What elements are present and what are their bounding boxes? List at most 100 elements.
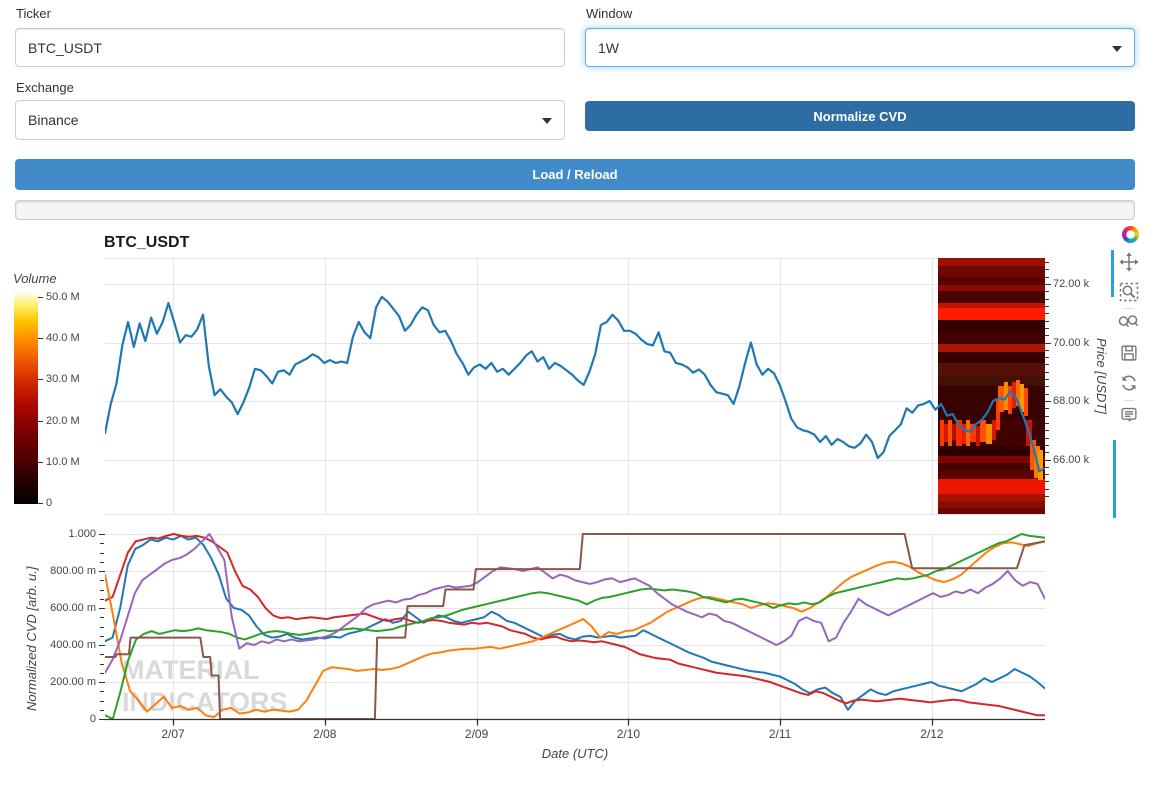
app-window: Ticker Window 1W Exchange Binance Normal… — [0, 0, 1161, 785]
cvd-tick — [99, 645, 105, 646]
hover-mode-button[interactable] — [1117, 403, 1141, 427]
price-tick — [1045, 379, 1049, 381]
colorbar-tick — [38, 297, 43, 298]
modebar-separator — [1124, 400, 1134, 401]
cvd-tick — [100, 709, 104, 711]
price-tick — [1045, 459, 1051, 461]
pan-button[interactable] — [1117, 250, 1141, 274]
pan-icon — [1119, 252, 1139, 272]
cvd-tick — [100, 561, 104, 563]
modebar-scroll-indicator-bottom — [1113, 440, 1116, 518]
cvd-tick — [100, 626, 104, 628]
cvd-tick — [100, 691, 104, 693]
price-tick — [1045, 320, 1049, 322]
cvd-tick — [100, 617, 104, 619]
cvd-tick — [100, 663, 104, 665]
modebar-separator — [1124, 308, 1134, 309]
cvd-tick — [100, 654, 104, 656]
exchange-select-value: Binance — [28, 112, 79, 128]
price-tick — [1045, 313, 1049, 315]
volume-colorbar — [14, 291, 38, 504]
price-tick — [1045, 298, 1049, 300]
plotly-logo[interactable] — [1118, 222, 1142, 246]
window-select-value: 1W — [598, 39, 619, 56]
price-tick-label: 72.00 k — [1053, 278, 1090, 290]
price-tick-label: 66.00 k — [1053, 453, 1090, 466]
reset-axes-icon — [1122, 375, 1136, 391]
box-zoom-icon — [1119, 282, 1139, 302]
colorbar-title: Volume — [13, 271, 57, 286]
price-tick — [1045, 401, 1051, 402]
date-tick-label: 2/10 — [616, 727, 641, 741]
price-tick — [1045, 276, 1049, 278]
box-zoom-button[interactable] — [1117, 280, 1141, 304]
cvd-chart-canvas[interactable] — [105, 527, 1045, 727]
cvd-tick — [100, 635, 104, 637]
normalize-cvd-button[interactable]: Normalize CVD — [585, 101, 1135, 131]
price-tick — [1045, 437, 1049, 439]
colorbar-tick — [38, 379, 43, 381]
cvd-tick-label: 200.00 m — [50, 676, 96, 688]
cvd-tick-label: 800.00 m — [50, 565, 96, 577]
cvd-tick — [100, 598, 104, 600]
cvd-tick — [100, 589, 104, 591]
hover-mode-icon — [1121, 407, 1137, 422]
colorbar-tick — [38, 503, 43, 504]
colorbar-tick — [38, 461, 43, 463]
price-tick — [1045, 349, 1049, 351]
chevron-down-icon — [542, 118, 552, 124]
chevron-down-icon — [1112, 45, 1122, 52]
cvd-tick — [99, 682, 105, 683]
price-tick — [1045, 357, 1049, 359]
price-tick — [1045, 291, 1049, 293]
price-tick — [1045, 466, 1049, 468]
load-reload-button[interactable]: Load / Reload — [15, 159, 1135, 190]
exchange-label: Exchange — [16, 80, 74, 95]
price-tick — [1045, 496, 1049, 498]
cvd-axis-title: Normalized CVD [arb. u.] — [24, 566, 39, 712]
cvd-tick — [100, 700, 104, 702]
price-tick — [1045, 262, 1049, 264]
price-tick — [1045, 335, 1049, 337]
progress-bar — [15, 200, 1135, 220]
save-button[interactable] — [1117, 341, 1141, 365]
cvd-tick — [100, 672, 104, 674]
window-label: Window — [586, 6, 633, 21]
cvd-tick — [100, 552, 104, 554]
date-tick-label: 2/08 — [313, 727, 337, 741]
price-tick — [1045, 408, 1049, 410]
zoom-in-out-button[interactable] — [1116, 311, 1140, 335]
price-chart-canvas[interactable] — [105, 258, 1045, 515]
plotly-logo-icon — [1121, 225, 1139, 243]
price-tick — [1045, 327, 1049, 329]
cvd-tick — [100, 543, 104, 545]
cvd-tick — [100, 580, 104, 582]
window-select[interactable]: 1W — [585, 28, 1135, 67]
ticker-input[interactable] — [15, 28, 565, 67]
reset-axes-button[interactable] — [1117, 371, 1141, 395]
price-tick — [1045, 488, 1049, 490]
colorbar-tick-label: 20.0 M — [46, 414, 80, 427]
cvd-tick-label: 600.00 m — [50, 602, 96, 614]
price-tick — [1045, 269, 1049, 271]
price-tick — [1045, 430, 1049, 432]
colorbar-tick-label: 40.0 M — [46, 332, 80, 345]
price-tick — [1045, 386, 1049, 388]
price-tick — [1045, 364, 1049, 366]
colorbar-tick-label: 30.0 M — [46, 373, 80, 386]
date-tick-label: 2/12 — [920, 727, 944, 741]
colorbar-tick-label: 10.0 M — [46, 455, 80, 468]
colorbar-tick — [38, 420, 43, 422]
date-tick-label: 2/07 — [161, 727, 185, 741]
price-tick — [1045, 481, 1049, 483]
price-tick — [1045, 444, 1049, 446]
modebar-scroll-indicator-top — [1111, 250, 1114, 297]
colorbar-tick-label: 0 — [46, 497, 53, 509]
price-tick-label: 68.00 k — [1053, 395, 1090, 407]
exchange-select[interactable]: Binance — [15, 100, 565, 140]
price-tick — [1045, 415, 1049, 417]
price-tick — [1045, 342, 1051, 344]
price-tick — [1045, 284, 1051, 285]
date-tick-label: 2/11 — [768, 727, 792, 741]
price-tick — [1045, 452, 1049, 454]
